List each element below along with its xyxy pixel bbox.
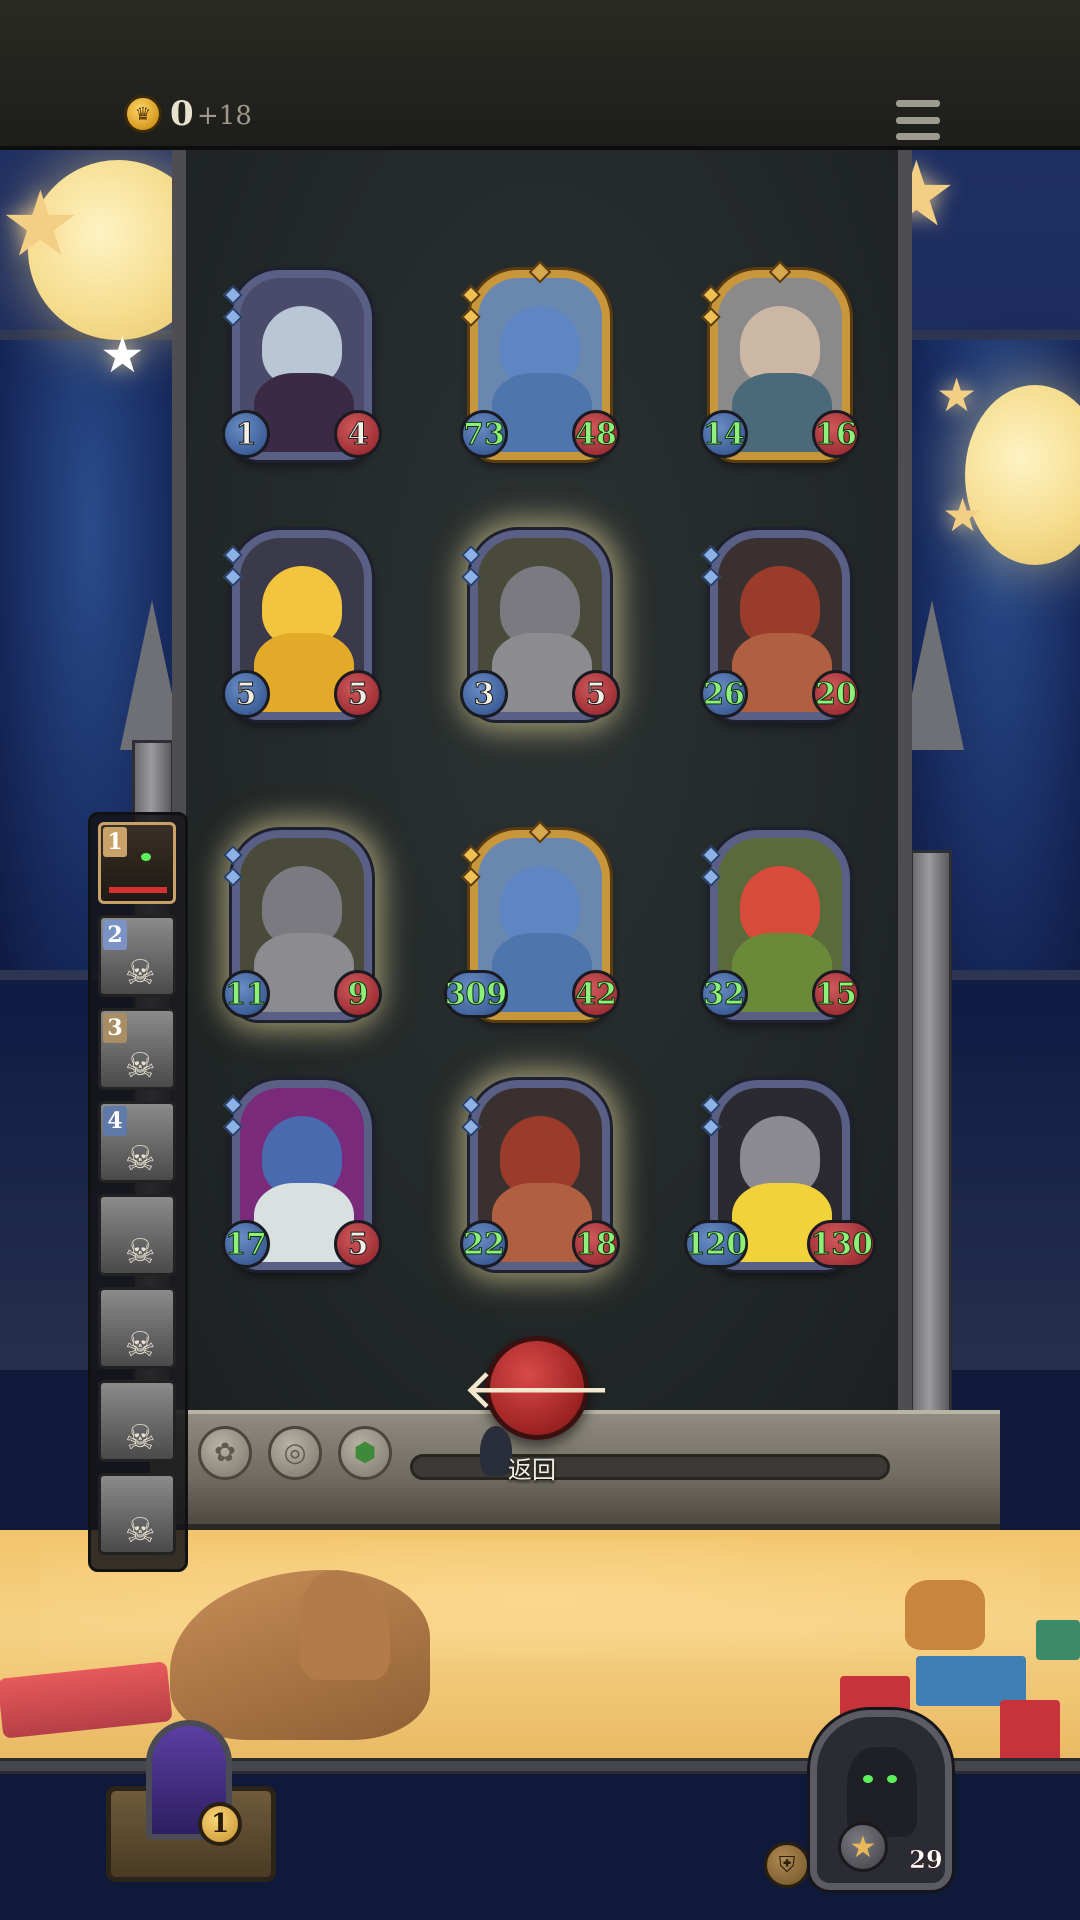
star-decoration: ★ [100, 326, 145, 384]
coin-income: +18 [197, 101, 252, 131]
minion-card[interactable]: 17 5 [222, 1080, 382, 1270]
queue-opponent-item[interactable]: ☠ [98, 1287, 176, 1369]
health-stat: 5 [334, 1220, 382, 1268]
health-stat: 20 [812, 670, 860, 718]
attack-stat: 120 [684, 1220, 748, 1268]
attack-stat: 11 [222, 970, 270, 1018]
minion-card[interactable]: 35 [460, 530, 620, 720]
minion-card[interactable]: 73 48 [460, 260, 620, 460]
coin-count: 0 [170, 94, 194, 134]
attack-stat: 14 [700, 410, 748, 458]
queue-opponent-item[interactable]: ☠ [98, 1380, 176, 1462]
health-stat: 15 [812, 970, 860, 1018]
attack-stat: 26 [700, 670, 748, 718]
minion-card[interactable]: 14 [222, 270, 382, 460]
health-stat: 48 [572, 410, 620, 458]
ring-icon[interactable]: ◎ [268, 1426, 322, 1480]
toy-block-blue [916, 1656, 1026, 1706]
wooden-cat-toy [905, 1580, 985, 1650]
health-stat: 4 [334, 410, 382, 458]
skull-icon: ☠ [125, 1511, 156, 1551]
hero-health: 29 [898, 1826, 954, 1884]
queue-opponent-item[interactable]: 1 [98, 822, 176, 904]
queue-rank-number: 1 [103, 827, 127, 857]
attack-stat: 5 [222, 670, 270, 718]
minion-card[interactable]: 55 [222, 530, 382, 720]
health-stat: 5 [334, 670, 382, 718]
health-stat: 5 [572, 670, 620, 718]
minion-card[interactable]: 26 20 [700, 530, 860, 720]
skull-icon: ☠ [125, 1418, 156, 1458]
cat-eye [141, 853, 151, 861]
minion-card[interactable]: 32 15 [700, 830, 860, 1020]
minion-card[interactable]: 309 42 [444, 820, 620, 1020]
deck-count-badge: 1 [198, 1802, 242, 1846]
queue-rank-number: 3 [103, 1013, 127, 1043]
queue-opponent-item[interactable]: 3 ☠ [98, 1008, 176, 1090]
skull-icon: ☠ [125, 1325, 156, 1365]
attack-stat: 22 [460, 1220, 508, 1268]
health-stat: 18 [572, 1220, 620, 1268]
queue-opponent-item[interactable]: 4 ☠ [98, 1101, 176, 1183]
toy-block-green [1036, 1620, 1080, 1660]
minion-card[interactable]: 11 9 [222, 830, 382, 1020]
health-stat: 42 [572, 970, 620, 1018]
attack-stat: 1 [222, 410, 270, 458]
minion-card[interactable]: 120 130 [684, 1080, 876, 1270]
skull-icon: ☠ [125, 1139, 156, 1179]
queue-rank-number: 4 [103, 1106, 127, 1136]
hero-eye [863, 1775, 873, 1783]
health-stat: 16 [812, 410, 860, 458]
queue-opponent-item[interactable]: ☠ [98, 1194, 176, 1276]
attack-stat: 309 [444, 970, 508, 1018]
queue-rank-number: 2 [103, 920, 127, 950]
star-icon: ★ [838, 1822, 888, 1872]
queue-opponent-item[interactable]: ☠ [98, 1473, 176, 1555]
minion-card[interactable]: 14 16 [700, 260, 860, 460]
star-decoration: ★ [942, 488, 984, 542]
hamburger-menu-icon[interactable] [896, 100, 940, 140]
return-button[interactable]: 🡐 [462, 1336, 612, 1440]
attack-stat: 3 [460, 670, 508, 718]
health-stat: 9 [334, 970, 382, 1018]
shield-icon[interactable]: ⛨ [764, 1842, 810, 1888]
star-decoration: ★ [936, 368, 978, 422]
attack-stat: 17 [222, 1220, 270, 1268]
hero-eye [887, 1775, 897, 1783]
minion-card[interactable]: 22 18 [460, 1080, 620, 1270]
opponent-health-bar [109, 887, 167, 893]
flower-icon[interactable]: ✿ [198, 1426, 252, 1480]
hexagon-gem-icon[interactable]: ⬢ [338, 1426, 392, 1480]
right-pillar [910, 850, 952, 1470]
skull-icon: ☠ [125, 1232, 156, 1272]
health-stat: 130 [807, 1220, 876, 1268]
arrow-left-icon: 🡐 [461, 1357, 613, 1422]
top-bar: ♛ 0 +18 [0, 0, 1080, 150]
crown-coin-icon: ♛ [124, 95, 162, 133]
skull-icon: ☠ [125, 1046, 156, 1086]
return-label[interactable]: 返回 [508, 1450, 556, 1485]
skull-icon: ☠ [125, 953, 156, 993]
star-decoration: ★ [0, 172, 81, 277]
attack-stat: 73 [460, 410, 508, 458]
queue-opponent-item[interactable]: 2 ☠ [98, 915, 176, 997]
attack-stat: 32 [700, 970, 748, 1018]
